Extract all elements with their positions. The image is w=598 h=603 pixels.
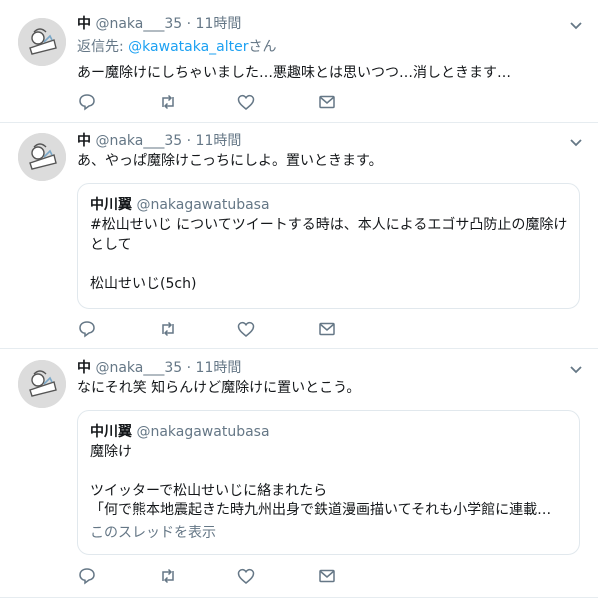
message-button[interactable]: [318, 93, 336, 111]
quoted-user-handle: @nakagawatubasa: [136, 424, 270, 440]
retweet-button[interactable]: [159, 93, 177, 111]
quoted-text-line: 松山せいじ(5ch): [90, 276, 197, 292]
retweet-icon: [162, 321, 174, 337]
timestamp[interactable]: 11時間: [196, 360, 242, 376]
message-icon: [319, 95, 335, 109]
user-handle[interactable]: @naka___35: [95, 133, 182, 149]
quoted-display-name: 中川翼: [90, 197, 132, 213]
avatar-illustration: [18, 360, 66, 408]
reply-suffix: さん: [248, 39, 277, 55]
tweet[interactable]: 中 @naka___35 · 11時間 なにそれ笑 知らんけど魔除けに置いとこう…: [0, 349, 598, 598]
display-name[interactable]: 中: [77, 16, 91, 32]
retweet-icon: [162, 94, 174, 110]
like-icon: [237, 94, 255, 110]
quoted-text-line: 魔除け: [90, 444, 132, 460]
quoted-text-line: ツイッターで松山せいじに絡まれたら: [90, 483, 328, 499]
avatar-illustration: [18, 18, 66, 66]
display-name[interactable]: 中: [77, 360, 91, 376]
separator: ·: [186, 133, 192, 149]
quoted-tweet[interactable]: 中川翼 @nakagawatubasa 魔除け ツイッターで松山せいじに絡まれた…: [77, 410, 580, 555]
message-button[interactable]: [318, 567, 336, 585]
like-icon: [237, 568, 255, 584]
reply-mention-link[interactable]: @kawataka_alter: [128, 39, 248, 55]
quoted-tweet-header: 中川翼 @nakagawatubasa: [90, 423, 270, 441]
reply-prefix: 返信先:: [77, 39, 129, 55]
reply-icon: [79, 321, 95, 338]
like-button[interactable]: [237, 320, 255, 338]
quoted-user-handle: @nakagawatubasa: [136, 197, 270, 213]
tweet-header: 中 @naka___35 · 11時間: [77, 359, 241, 377]
show-thread-link[interactable]: このスレッドを表示: [90, 523, 216, 543]
retweet-icon: [162, 568, 174, 584]
message-icon: [319, 322, 335, 336]
reply-icon: [79, 568, 95, 585]
chevron-down-icon[interactable]: [568, 17, 584, 33]
avatar-illustration: [18, 133, 66, 181]
quoted-tweet-header: 中川翼 @nakagawatubasa: [90, 196, 270, 214]
user-handle[interactable]: @naka___35: [95, 16, 182, 32]
tweet-text: なにそれ笑 知らんけど魔除けに置いとこう。: [77, 380, 361, 396]
reply-icon: [79, 94, 95, 111]
tweet[interactable]: 中 @naka___35 · 11時間 返信先: @kawataka_alter…: [0, 0, 598, 123]
chevron-down-icon[interactable]: [568, 134, 584, 150]
retweet-button[interactable]: [159, 567, 177, 585]
quoted-text-line: #松山せいじ についてツイートする時は、本人によるエゴサ凸防止の魔除け: [90, 217, 568, 233]
avatar[interactable]: [18, 18, 66, 66]
timestamp[interactable]: 11時間: [196, 133, 242, 149]
like-button[interactable]: [237, 93, 255, 111]
message-button[interactable]: [318, 320, 336, 338]
tweet-header: 中 @naka___35 · 11時間: [77, 132, 241, 150]
like-icon: [237, 321, 255, 337]
separator: ·: [186, 16, 192, 32]
chevron-down-icon[interactable]: [568, 361, 584, 377]
timestamp[interactable]: 11時間: [196, 16, 242, 32]
avatar[interactable]: [18, 133, 66, 181]
quoted-text-line: として: [90, 237, 132, 253]
like-button[interactable]: [237, 567, 255, 585]
tweet-text: あー魔除けにしちゃいました…悪趣味とは思いつつ…消しときます…: [77, 65, 511, 81]
tweet-text: あ、やっぱ魔除けこっちにしよ。置いときます。: [77, 153, 383, 169]
display-name[interactable]: 中: [77, 133, 91, 149]
quoted-tweet[interactable]: 中川翼 @nakagawatubasa #松山せいじ についてツイートする時は、…: [77, 183, 580, 309]
quoted-display-name: 中川翼: [90, 424, 132, 440]
quoted-text-line: 「何で熊本地震起きた時九州出身で鉄道漫画描いてそれも小学館に連載…: [90, 502, 552, 518]
reply-to: 返信先: @kawataka_alterさん: [77, 37, 276, 57]
message-icon: [319, 569, 335, 583]
reply-button[interactable]: [78, 320, 96, 338]
retweet-button[interactable]: [159, 320, 177, 338]
avatar[interactable]: [18, 360, 66, 408]
reply-button[interactable]: [78, 93, 96, 111]
user-handle[interactable]: @naka___35: [95, 360, 182, 376]
tweet[interactable]: 中 @naka___35 · 11時間 あ、やっぱ魔除けこっちにしよ。置いときま…: [0, 123, 598, 349]
reply-button[interactable]: [78, 567, 96, 585]
separator: ·: [186, 360, 192, 376]
tweet-header: 中 @naka___35 · 11時間: [77, 15, 241, 33]
